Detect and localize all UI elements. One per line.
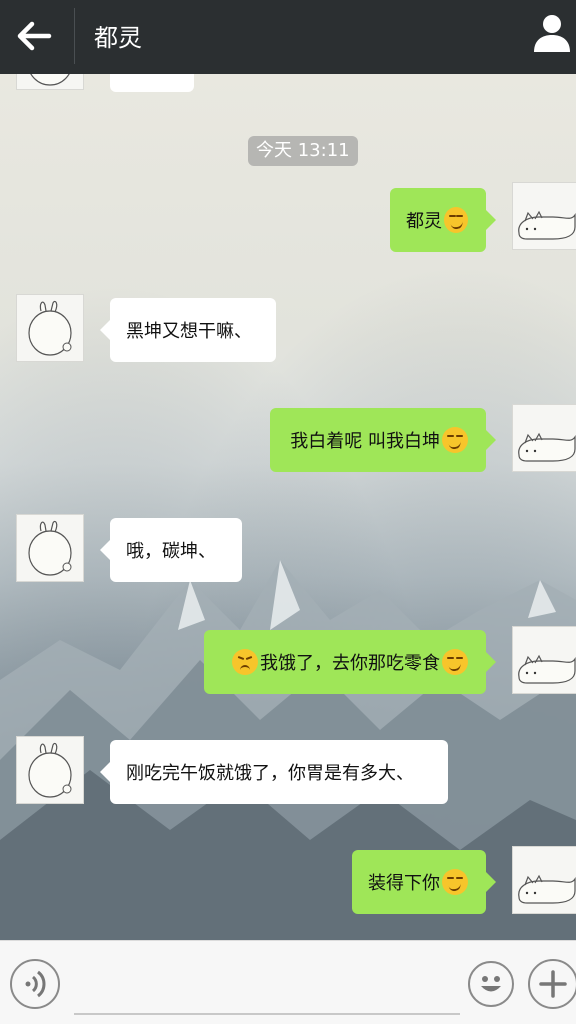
- cat-avatar-icon: [518, 432, 576, 462]
- top-bar: 都灵: [0, 0, 576, 74]
- self-avatar[interactable]: [512, 404, 576, 472]
- message-bubble-out[interactable]: 装得下你: [352, 850, 496, 914]
- message-bubble-in[interactable]: 黑坤又想干嘛、: [100, 298, 276, 362]
- message-text: 黑坤又想干嘛、: [126, 321, 252, 342]
- header-divider: [74, 8, 75, 64]
- contact-avatar[interactable]: [16, 294, 84, 362]
- message-text: 哦，碳坤、: [126, 541, 216, 562]
- sad-emoji-icon: [232, 649, 258, 675]
- message-text: 刚吃完午饭就饿了，你胃是有多大、: [126, 763, 414, 784]
- plus-icon: [539, 970, 567, 998]
- bunny-avatar-icon: [30, 74, 70, 86]
- voice-button[interactable]: [10, 959, 60, 1009]
- smirk-emoji-icon: [442, 427, 468, 453]
- back-button[interactable]: [8, 12, 60, 60]
- message-bubble-in[interactable]: 哦，碳坤、: [100, 518, 242, 582]
- message-bubble-in[interactable]: 刚吃完午饭就饿了，你胃是有多大、: [100, 740, 448, 804]
- bunny-avatar-icon: [28, 742, 72, 798]
- message-bubble-out[interactable]: 我饿了，去你那吃零食: [204, 630, 496, 694]
- plus-button[interactable]: [528, 959, 576, 1009]
- avatar[interactable]: [16, 74, 84, 90]
- input-bar: [0, 940, 576, 1024]
- input-underline: [74, 1013, 460, 1015]
- cat-avatar-icon: [518, 874, 576, 904]
- person-icon: [534, 15, 570, 52]
- bunny-avatar-icon: [28, 520, 72, 576]
- voice-icon: [25, 970, 46, 998]
- self-avatar[interactable]: [512, 182, 576, 250]
- smirk-emoji-icon: [444, 207, 468, 233]
- message-text: 都灵: [406, 211, 442, 232]
- emoji-button[interactable]: [468, 961, 514, 1007]
- message-bubble-out[interactable]: 都灵: [390, 188, 496, 252]
- timestamp: 今天 13:11: [248, 136, 358, 166]
- message-input[interactable]: [74, 963, 464, 1011]
- contact-avatar[interactable]: [16, 514, 84, 582]
- message-bubble-in[interactable]: [110, 74, 194, 92]
- message-text: 我白着呢 叫我白坤: [290, 431, 440, 452]
- cat-avatar-icon: [518, 210, 576, 240]
- contact-avatar[interactable]: [16, 736, 84, 804]
- message-bubble-out[interactable]: 我白着呢 叫我白坤: [270, 408, 496, 472]
- bunny-avatar-icon: [28, 300, 72, 356]
- self-avatar[interactable]: [512, 626, 576, 694]
- message-text: 我饿了，去你那吃零食: [260, 653, 440, 674]
- message-text: 装得下你: [368, 873, 440, 894]
- chat-title: 都灵: [94, 24, 142, 52]
- smirk-emoji-icon: [442, 869, 468, 895]
- cat-avatar-icon: [518, 654, 576, 684]
- profile-button[interactable]: [528, 10, 576, 58]
- emoji-icon: [481, 976, 501, 992]
- self-avatar[interactable]: [512, 846, 576, 914]
- arrow-left-icon: [17, 21, 52, 51]
- chat-area[interactable]: 今天 13:11 都灵 黑坤又想干嘛、 我白着呢 叫我白坤 哦，碳坤、 我饿了，…: [0, 74, 576, 940]
- smirk-emoji-icon: [442, 649, 468, 675]
